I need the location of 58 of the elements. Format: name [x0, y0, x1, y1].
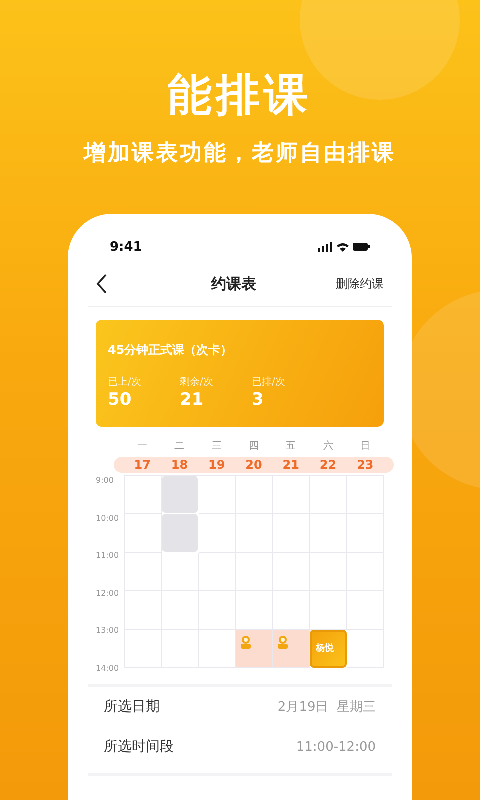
weekday-label: 六 — [322, 440, 334, 454]
weekday-label: 三 — [210, 440, 223, 454]
calendar-cell[interactable] — [125, 552, 162, 592]
scheduled-lesson[interactable]: 杨悦 — [310, 630, 347, 668]
stat-label: 已上/次 — [108, 376, 142, 389]
stat-label: 剩余/次 — [180, 376, 214, 389]
calendar-cell[interactable] — [199, 591, 236, 630]
time-label: 12:00 — [96, 588, 120, 599]
weekday-label: 日 — [359, 440, 372, 454]
detail-value: 11:00-12:00 — [296, 740, 376, 754]
date-label[interactable]: 21 — [272, 458, 310, 472]
person-icon — [277, 634, 289, 649]
status-time: 9:41 — [110, 240, 142, 254]
stat-value: 3 — [252, 390, 265, 410]
status-icons — [318, 242, 370, 252]
back-icon[interactable] — [96, 274, 108, 294]
booked-slot[interactable] — [236, 630, 273, 668]
date-label[interactable]: 17 — [124, 458, 162, 472]
date-label[interactable]: 19 — [198, 458, 236, 472]
weekday-label: 一 — [136, 440, 149, 454]
calendar-cell[interactable] — [162, 552, 199, 592]
weekday-label: 五 — [285, 440, 298, 454]
course-title: 45分钟正式课（次卡） — [108, 342, 234, 359]
detail-label: 所选时间段 — [104, 738, 174, 756]
calendar-cell[interactable] — [236, 591, 273, 630]
unavailable-slot[interactable] — [162, 476, 199, 514]
booked-slot[interactable] — [273, 630, 310, 668]
calendar-cell[interactable] — [199, 630, 236, 668]
time-label: 11:00 — [96, 551, 120, 562]
date-label[interactable]: 18 — [161, 458, 198, 472]
detail-label: 所选日期 — [104, 698, 160, 716]
time-label: 13:00 — [96, 626, 120, 636]
calendar-cell[interactable] — [125, 476, 162, 514]
stat-label: 已排/次 — [252, 376, 286, 389]
delete-booking-button[interactable]: 删除约课 — [336, 276, 384, 292]
date-label[interactable]: 20 — [235, 458, 273, 472]
subheadline: 增加课表功能，老师自由排课 — [84, 140, 396, 168]
detail-value: 2月19日 星期三 — [278, 699, 376, 716]
time-label: 10:00 — [96, 514, 120, 524]
weekday-label: 四 — [248, 440, 260, 454]
person-icon — [240, 634, 252, 649]
weekday-label: 二 — [174, 440, 186, 454]
time-label: 9:00 — [96, 476, 115, 486]
time-label: 14:00 — [96, 664, 120, 674]
date-label[interactable]: 22 — [310, 458, 347, 472]
calendar-cell[interactable] — [273, 591, 310, 630]
page-title: 约课表 — [212, 274, 256, 294]
date-label[interactable]: 23 — [346, 458, 384, 472]
stat-value: 50 — [108, 390, 133, 410]
calendar-cell[interactable] — [310, 591, 347, 630]
headline: 能排课 — [168, 69, 312, 123]
calendar-cell[interactable] — [199, 514, 236, 553]
calendar-cell[interactable] — [347, 591, 384, 630]
unavailable-slot[interactable] — [162, 514, 199, 553]
calendar-cell[interactable] — [199, 476, 236, 514]
calendar-cell[interactable] — [347, 630, 384, 668]
stat-value: 21 — [180, 390, 205, 410]
calendar-cell[interactable] — [125, 514, 162, 553]
